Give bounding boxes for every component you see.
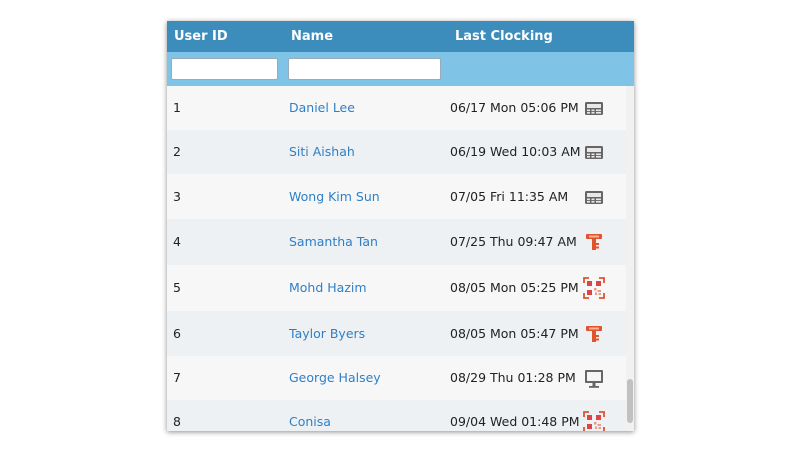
terminal-icon <box>583 141 605 163</box>
table-row[interactable]: 5 Mohd Hazim 08/05 Mon 05:25 PM <box>167 265 626 311</box>
table-row[interactable]: 3 Wong Kim Sun 07/05 Fri 11:35 AM <box>167 174 626 219</box>
table-row[interactable]: 1 Daniel Lee 06/17 Mon 05:06 PM <box>167 86 626 130</box>
user-name-link[interactable]: George Halsey <box>289 370 381 385</box>
user-id-cell: 6 <box>173 326 181 341</box>
table-row[interactable]: 7 George Halsey 08/29 Thu 01:28 PM <box>167 356 626 400</box>
user-id-cell: 5 <box>173 280 181 295</box>
last-clocking-cell: 06/19 Wed 10:03 AM <box>450 144 581 159</box>
terminal-icon <box>583 186 605 208</box>
user-name-link[interactable]: Mohd Hazim <box>289 280 367 295</box>
user-name-link[interactable]: Daniel Lee <box>289 100 355 115</box>
vertical-scrollbar[interactable] <box>626 86 634 431</box>
name-filter-input[interactable] <box>288 58 441 80</box>
last-clocking-cell: 07/05 Fri 11:35 AM <box>450 189 569 204</box>
last-clocking-cell: 08/29 Thu 01:28 PM <box>450 370 576 385</box>
table-row[interactable]: 4 Samantha Tan 07/25 Thu 09:47 AM <box>167 219 626 265</box>
user-id-cell: 3 <box>173 189 181 204</box>
table-row[interactable]: 8 Conisa 09/04 Wed 01:48 PM <box>167 400 626 431</box>
last-clocking-cell: 08/05 Mon 05:47 PM <box>450 326 579 341</box>
table-row[interactable]: 2 Siti Aishah 06/19 Wed 10:03 AM <box>167 130 626 174</box>
column-header-user-id[interactable]: User ID <box>174 29 228 44</box>
qr-code-icon <box>583 411 605 431</box>
last-clocking-cell: 08/05 Mon 05:25 PM <box>450 280 579 295</box>
table-row[interactable]: 6 Taylor Byers 08/05 Mon 05:47 PM <box>167 311 626 356</box>
user-id-cell: 1 <box>173 100 181 115</box>
scrollbar-thumb[interactable] <box>627 379 633 423</box>
user-id-cell: 7 <box>173 370 181 385</box>
last-clocking-cell: 06/17 Mon 05:06 PM <box>450 100 579 115</box>
user-name-link[interactable]: Siti Aishah <box>289 144 355 159</box>
table-header: User ID Name Last Clocking <box>167 21 634 52</box>
user-id-cell: 4 <box>173 234 181 249</box>
last-clocking-cell: 09/04 Wed 01:48 PM <box>450 414 580 429</box>
key-icon <box>583 323 605 345</box>
user-id-cell: 2 <box>173 144 181 159</box>
table-body: 1 Daniel Lee 06/17 Mon 05:06 PM 2 Siti Aisha… <box>167 86 626 431</box>
clocking-table: User ID Name Last Clocking 1 Daniel Lee 06… <box>167 21 634 431</box>
column-header-last-clocking[interactable]: Last Clocking <box>455 29 553 44</box>
key-icon <box>583 231 605 253</box>
user-name-link[interactable]: Samantha Tan <box>289 234 378 249</box>
user-id-cell: 8 <box>173 414 181 429</box>
user-name-link[interactable]: Conisa <box>289 414 331 429</box>
monitor-icon <box>583 367 605 389</box>
user-name-link[interactable]: Taylor Byers <box>289 326 365 341</box>
terminal-icon <box>583 97 605 119</box>
user-id-filter-input[interactable] <box>171 58 278 80</box>
qr-code-icon <box>583 277 605 299</box>
last-clocking-cell: 07/25 Thu 09:47 AM <box>450 234 577 249</box>
user-name-link[interactable]: Wong Kim Sun <box>289 189 380 204</box>
column-header-name[interactable]: Name <box>291 29 333 44</box>
